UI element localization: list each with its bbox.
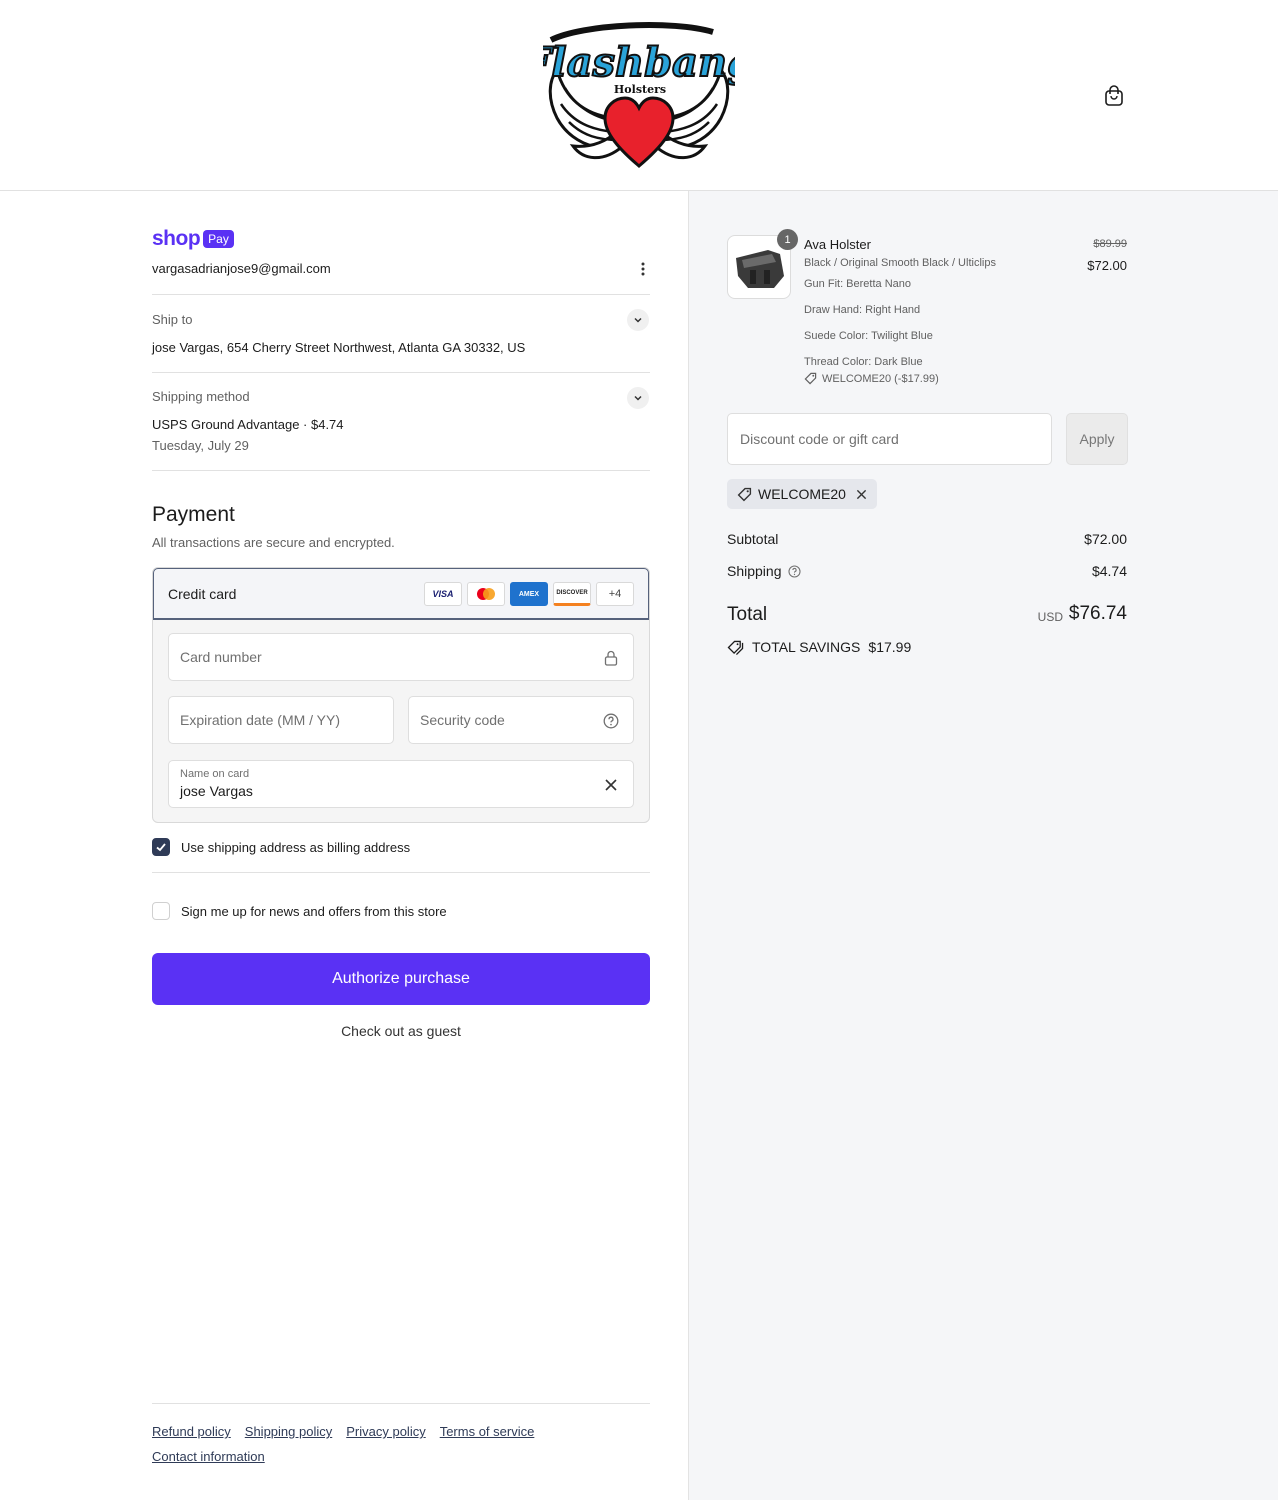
- line-discount: WELCOME20 (-$17.99): [804, 372, 939, 385]
- newsletter-checkbox-row[interactable]: Sign me up for news and offers from this…: [152, 902, 447, 920]
- contact-information-link[interactable]: Contact information: [152, 1449, 265, 1464]
- shipping-value: $4.74: [1091, 563, 1127, 579]
- site-header: Flashbang Holsters: [0, 0, 1278, 191]
- savings-value: $17.99: [868, 639, 912, 655]
- ship-to-expand-button[interactable]: [627, 309, 649, 331]
- shopping-bag-icon: [1105, 85, 1123, 106]
- product-detail: Thread Color: Dark Blue: [804, 356, 923, 368]
- newsletter-label: Sign me up for news and offers from this…: [181, 903, 447, 919]
- ship-to-address: jose Vargas, 654 Cherry Street Northwest…: [152, 340, 526, 355]
- name-on-card-value[interactable]: jose Vargas: [180, 783, 253, 799]
- shipping-method-label: Shipping method: [152, 389, 250, 404]
- shop-pay-logo: shop Pay: [152, 227, 234, 251]
- terms-of-service-link[interactable]: Terms of service: [440, 1424, 535, 1439]
- shipping-method-value: USPS Ground Advantage · $4.74: [152, 417, 344, 432]
- expiration-date-input[interactable]: [180, 697, 390, 743]
- remove-discount-button[interactable]: [856, 489, 867, 500]
- divider: [152, 872, 650, 873]
- shipping-policy-link[interactable]: Shipping policy: [245, 1424, 332, 1439]
- product-detail: Draw Hand: Right Hand: [804, 304, 921, 316]
- checkmark-icon: [156, 843, 166, 852]
- pay-badge: Pay: [203, 230, 234, 248]
- privacy-policy-link[interactable]: Privacy policy: [346, 1424, 425, 1439]
- payment-subtitle: All transactions are secure and encrypte…: [152, 535, 395, 550]
- credit-card-label: Credit card: [168, 586, 237, 602]
- discount-code-field[interactable]: [727, 413, 1052, 465]
- expiration-date-field[interactable]: [168, 696, 394, 744]
- tags-icon: [727, 640, 744, 655]
- store-logo[interactable]: Flashbang Holsters: [521, 18, 756, 170]
- shipping-method-expand-button[interactable]: [627, 387, 649, 409]
- shipping-label: Shipping: [727, 563, 782, 579]
- subtotal-label: Subtotal: [727, 531, 779, 547]
- more-vertical-icon: [641, 262, 645, 276]
- cart-button[interactable]: [1100, 82, 1128, 110]
- account-email: vargasadrianjose9@gmail.com: [152, 261, 331, 276]
- chevron-down-icon: [634, 317, 642, 323]
- divider: [152, 470, 650, 471]
- product-detail: Gun Fit: Beretta Nano: [804, 278, 911, 290]
- security-code-input[interactable]: [420, 697, 594, 743]
- payment-title: Payment: [152, 503, 235, 526]
- tag-icon: [804, 372, 817, 385]
- total-value: $76.74: [1068, 603, 1127, 624]
- name-on-card-field[interactable]: Name on card jose Vargas: [168, 760, 634, 808]
- footer-links: Refund policy Shipping policy Privacy poli…: [152, 1419, 650, 1469]
- product-variant: Black / Original Smooth Black / Ulticlip…: [804, 257, 996, 269]
- lock-icon: [601, 648, 621, 668]
- discover-icon: DISCOVER: [553, 582, 591, 606]
- ship-to-label: Ship to: [152, 312, 193, 327]
- discount-code-input[interactable]: [740, 414, 1040, 464]
- clear-icon[interactable]: [601, 775, 621, 795]
- savings-label: TOTAL SAVINGS: [752, 639, 861, 655]
- credit-card-panel: Credit card VISA AMEX DISCOVER +4 Card n…: [152, 567, 650, 823]
- billing-same-label: Use shipping address as billing address: [181, 839, 411, 855]
- refund-policy-link[interactable]: Refund policy: [152, 1424, 231, 1439]
- name-on-card-label: Name on card: [180, 768, 250, 780]
- help-circle-icon[interactable]: [787, 564, 801, 578]
- tag-icon: [737, 487, 752, 501]
- help-circle-icon[interactable]: [601, 711, 621, 731]
- product-name: Ava Holster: [804, 237, 871, 252]
- authorize-purchase-button[interactable]: Authorize purchase: [152, 953, 650, 1005]
- divider: [152, 1403, 650, 1404]
- logo-wordmark: Flashbang: [543, 39, 735, 86]
- billing-same-checkbox[interactable]: [152, 838, 170, 856]
- applied-discount-chip: WELCOME20: [727, 479, 877, 509]
- original-price: $89.99: [1093, 238, 1127, 250]
- mastercard-icon: [467, 582, 505, 606]
- amex-icon: AMEX: [510, 582, 548, 606]
- checkout-main: shop Pay vargasadrianjose9@gmail.com Shi…: [0, 191, 688, 1500]
- discounted-price: $72.00: [1087, 258, 1127, 273]
- applied-discount-code: WELCOME20: [758, 486, 846, 502]
- logo-subtext: Holsters: [614, 83, 666, 96]
- credit-card-option[interactable]: Credit card VISA AMEX DISCOVER +4: [153, 568, 649, 620]
- line-discount-text: WELCOME20 (-$17.99): [822, 372, 939, 385]
- chevron-down-icon: [634, 395, 642, 401]
- currency-code: USD: [1037, 610, 1063, 624]
- close-icon: [856, 489, 867, 499]
- shipping-date: Tuesday, July 29: [152, 438, 249, 453]
- visa-icon: VISA: [424, 582, 462, 606]
- shop-wordmark: shop: [152, 227, 201, 250]
- card-number-input[interactable]: [180, 634, 594, 680]
- quantity-badge: 1: [777, 229, 798, 250]
- total-label: Total: [727, 604, 768, 625]
- newsletter-checkbox[interactable]: [152, 902, 170, 920]
- checkout-as-guest-link[interactable]: Check out as guest: [152, 1023, 650, 1039]
- apply-discount-button[interactable]: Apply: [1066, 413, 1128, 465]
- product-detail: Suede Color: Twilight Blue: [804, 330, 933, 342]
- shipping-label-row: Shipping: [727, 563, 801, 579]
- more-cards-badge: +4: [596, 582, 634, 606]
- divider: [152, 372, 650, 373]
- order-summary: 1 Ava Holster Black / Original Smooth Bl…: [688, 191, 1278, 1500]
- account-menu-button[interactable]: [634, 259, 652, 279]
- card-number-field[interactable]: [168, 633, 634, 681]
- total-savings: TOTAL SAVINGS $17.99: [727, 639, 911, 655]
- security-code-field[interactable]: [408, 696, 634, 744]
- divider: [152, 294, 650, 295]
- card-brand-logos: VISA AMEX DISCOVER +4: [424, 582, 634, 606]
- subtotal-value: $72.00: [1084, 531, 1127, 547]
- billing-same-checkbox-row[interactable]: Use shipping address as billing address: [152, 838, 410, 856]
